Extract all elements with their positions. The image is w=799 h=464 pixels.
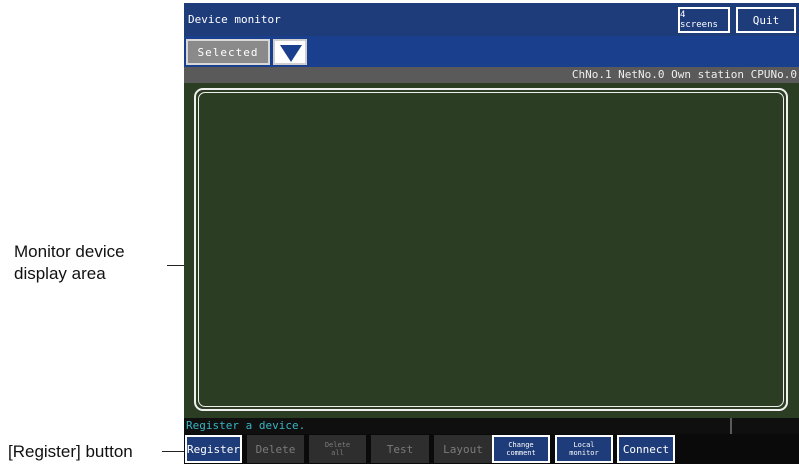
four-screens-button[interactable]: 4 screens	[678, 7, 730, 33]
delete-all-button[interactable]: Delete all	[309, 435, 366, 463]
message-bar-divider	[730, 418, 732, 434]
test-button[interactable]: Test	[371, 435, 429, 463]
connect-button[interactable]: Connect	[617, 435, 675, 463]
selected-dropdown-value[interactable]: Selected	[186, 39, 270, 65]
change-comment-label-1: Change	[508, 441, 534, 449]
title-bar: Device monitor 4 screens Quit	[184, 3, 799, 36]
display-area-callout-line1: Monitor device	[14, 242, 125, 261]
register-leader-line	[162, 451, 186, 452]
message-bar: Register a device.	[184, 418, 799, 434]
monitor-device-display-area[interactable]	[194, 88, 788, 411]
device-monitor-screen: Device monitor 4 screens Quit Selected C…	[184, 3, 799, 464]
register-button[interactable]: Register	[185, 435, 242, 463]
change-comment-button[interactable]: Change comment	[492, 435, 550, 463]
local-monitor-button[interactable]: Local monitor	[555, 435, 613, 463]
message-text: Register a device.	[186, 419, 306, 432]
display-area-callout-line2: display area	[14, 264, 106, 283]
monitor-panel	[184, 83, 799, 418]
selected-dropdown-button[interactable]	[273, 39, 307, 65]
register-button-callout: [Register] button	[8, 442, 133, 461]
delete-all-label-2: all	[331, 449, 344, 457]
delete-button[interactable]: Delete	[247, 435, 304, 463]
function-button-bar: Register Delete Delete all Test Layout C…	[184, 434, 799, 464]
delete-all-label-1: Delete	[324, 441, 351, 449]
local-monitor-label-1: Local	[573, 441, 595, 449]
display-area-callout: Monitor device display area	[14, 241, 125, 285]
station-status-bar: ChNo.1 NetNo.0 Own station CPUNo.0	[184, 67, 799, 83]
station-status-text: ChNo.1 NetNo.0 Own station CPUNo.0	[571, 68, 797, 81]
layout-button[interactable]: Layout	[434, 435, 492, 463]
change-comment-label-2: comment	[506, 449, 536, 457]
triangle-down-icon	[280, 45, 302, 62]
local-monitor-label-2: monitor	[569, 449, 599, 457]
selection-toolbar: Selected	[184, 36, 799, 67]
quit-button[interactable]: Quit	[736, 7, 796, 33]
window-title: Device monitor	[188, 13, 281, 26]
